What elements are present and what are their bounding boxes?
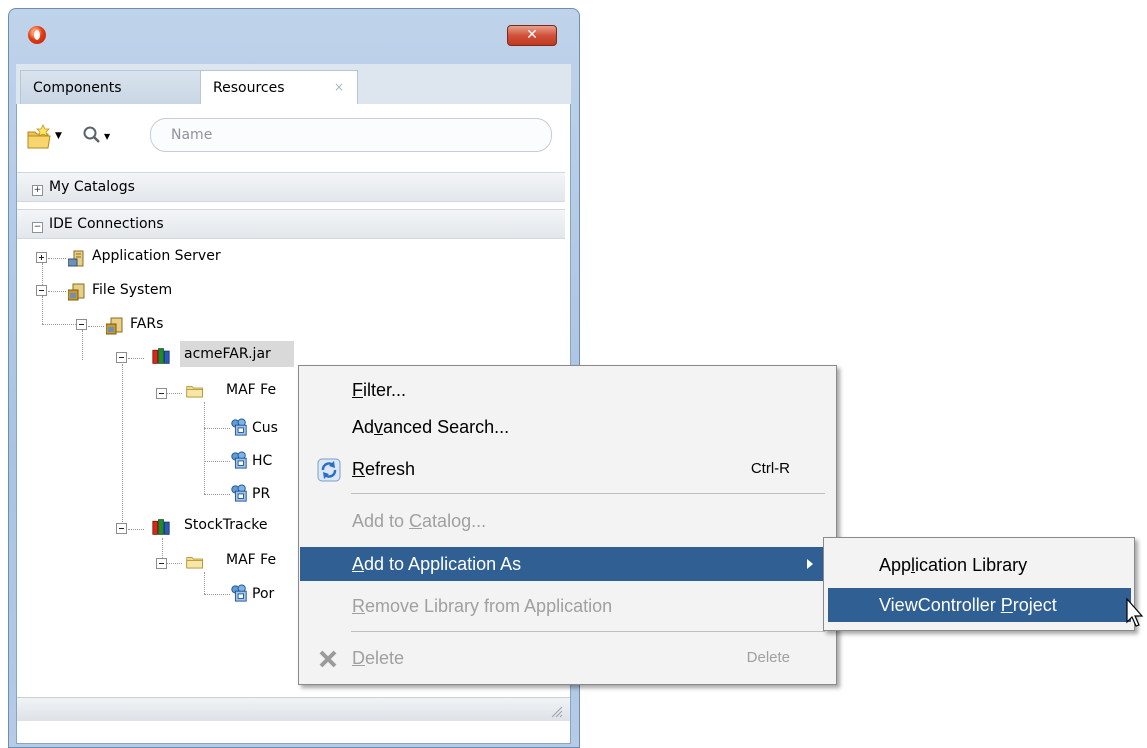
feature-icon <box>231 451 247 469</box>
tree-connector <box>88 326 104 327</box>
tree-item-file-system[interactable]: File System <box>92 279 172 301</box>
tree-connector <box>82 330 83 360</box>
my-catalogs-label: My Catalogs <box>49 179 135 195</box>
folder-icon <box>186 557 203 569</box>
tree-item-pr[interactable]: PR <box>252 483 270 505</box>
menu-separator <box>351 493 825 494</box>
tree-item-cus[interactable]: Cus <box>252 417 278 439</box>
menu-item-remove-library[interactable]: Remove Library from Application <box>300 589 835 623</box>
tree-expander-icon[interactable] <box>36 252 47 263</box>
tree-connector <box>204 461 230 462</box>
tree-item-hc[interactable]: HC <box>252 450 272 472</box>
tree-connector <box>128 529 144 530</box>
tree-connector <box>204 428 230 429</box>
menu-item-add-to-catalog[interactable]: Add to Catalog... <box>300 504 835 538</box>
tab-close-icon[interactable]: × <box>334 80 344 94</box>
collapse-icon[interactable]: − <box>32 222 43 233</box>
search-input[interactable] <box>150 118 552 152</box>
menu-item-refresh[interactable]: Refresh Ctrl-R <box>300 452 835 486</box>
library-jar-icon <box>152 348 170 364</box>
tree-connector <box>204 594 230 595</box>
filesystem-icon <box>68 283 85 301</box>
expand-icon[interactable]: + <box>32 185 43 196</box>
tree-connector <box>128 358 144 359</box>
tree-connector <box>204 402 205 494</box>
tree-item-application-server[interactable]: Application Server <box>92 245 221 267</box>
menu-separator <box>351 631 825 632</box>
tree-expander-icon[interactable] <box>156 388 167 399</box>
menu-item-label: Advanced Search... <box>352 417 510 437</box>
tab-components[interactable]: Components <box>20 70 202 104</box>
server-icon <box>68 250 84 267</box>
submenu-arrow-icon <box>807 559 813 569</box>
my-catalogs-header[interactable]: + My Catalogs <box>17 172 565 202</box>
tree-item-maf-features-2[interactable]: MAF Fe <box>226 549 276 571</box>
tree-item-maf-features-1[interactable]: MAF Fe <box>226 379 276 401</box>
menu-item-viewcontroller-project[interactable]: ViewController Project <box>828 588 1131 622</box>
menu-item-label: Add to Application As <box>352 554 522 574</box>
tree-connector <box>42 324 76 325</box>
window-close-button[interactable]: ✕ <box>507 25 557 46</box>
tree-connector <box>166 393 182 394</box>
search-icon[interactable] <box>82 125 102 145</box>
tree-connector <box>48 291 66 292</box>
ide-connections-header[interactable]: − IDE Connections <box>17 209 565 239</box>
menu-item-label: ViewController Project <box>879 595 1057 615</box>
tree-item-stocktracker[interactable]: StockTracke <box>184 514 268 536</box>
delete-icon <box>319 650 337 668</box>
menu-item-application-library[interactable]: Application Library <box>828 548 1131 582</box>
ide-connections-label: IDE Connections <box>49 216 164 232</box>
menu-item-label: Application Library <box>879 555 1028 575</box>
oracle-logo-icon <box>28 26 46 44</box>
menu-item-label: Filter... <box>352 380 407 400</box>
menu-item-label: Delete <box>352 648 405 668</box>
menu-shortcut: Ctrl-R <box>750 460 790 477</box>
add-to-application-submenu: Application Library ViewController Proje… <box>823 537 1135 631</box>
menu-item-label: Add to Catalog... <box>352 511 487 531</box>
tree-connector <box>204 572 205 594</box>
tree-connector <box>48 258 66 259</box>
menu-item-add-to-application-as[interactable]: Add to Application As <box>300 547 835 581</box>
status-bar <box>17 697 570 721</box>
tree-connector <box>122 364 123 532</box>
refresh-icon <box>317 458 341 482</box>
menu-item-delete[interactable]: Delete Delete <box>300 641 835 675</box>
tree-expander-icon[interactable] <box>116 352 127 363</box>
tree-item-acmefar-jar[interactable]: acmeFAR.jar <box>184 343 271 365</box>
menu-item-label: Remove Library from Application <box>352 596 613 616</box>
filesystem-icon <box>106 317 123 335</box>
menu-shortcut: Delete <box>746 649 790 666</box>
library-jar-icon <box>152 519 170 535</box>
menu-item-advanced-search[interactable]: Advanced Search... <box>300 410 835 444</box>
tree-expander-icon[interactable] <box>116 523 127 534</box>
search-options-dropdown-icon[interactable]: ▼ <box>104 132 110 141</box>
feature-icon <box>231 418 247 436</box>
feature-icon <box>231 584 247 602</box>
context-menu: Filter... Advanced Search... Refresh Ctr… <box>298 365 837 685</box>
tree-connector <box>204 494 230 495</box>
resize-grip-icon[interactable] <box>549 704 563 718</box>
feature-icon <box>231 484 247 502</box>
tree-item-fars[interactable]: FARs <box>130 313 163 335</box>
mouse-pointer-icon <box>1126 598 1144 627</box>
menu-item-label: Refresh <box>352 459 416 479</box>
tree-connector <box>166 563 182 564</box>
tree-expander-icon[interactable] <box>76 319 87 330</box>
tree-item-por[interactable]: Por <box>252 583 274 605</box>
menu-item-filter[interactable]: Filter... <box>300 373 835 407</box>
tree-connector <box>42 296 43 324</box>
tree-connector <box>162 538 163 560</box>
folder-icon <box>186 386 203 398</box>
tree-expander-icon[interactable] <box>36 285 47 296</box>
tree-expander-icon[interactable] <box>156 558 167 569</box>
new-connection-icon[interactable] <box>26 123 52 151</box>
new-dropdown-icon[interactable]: ▼ <box>55 131 62 141</box>
